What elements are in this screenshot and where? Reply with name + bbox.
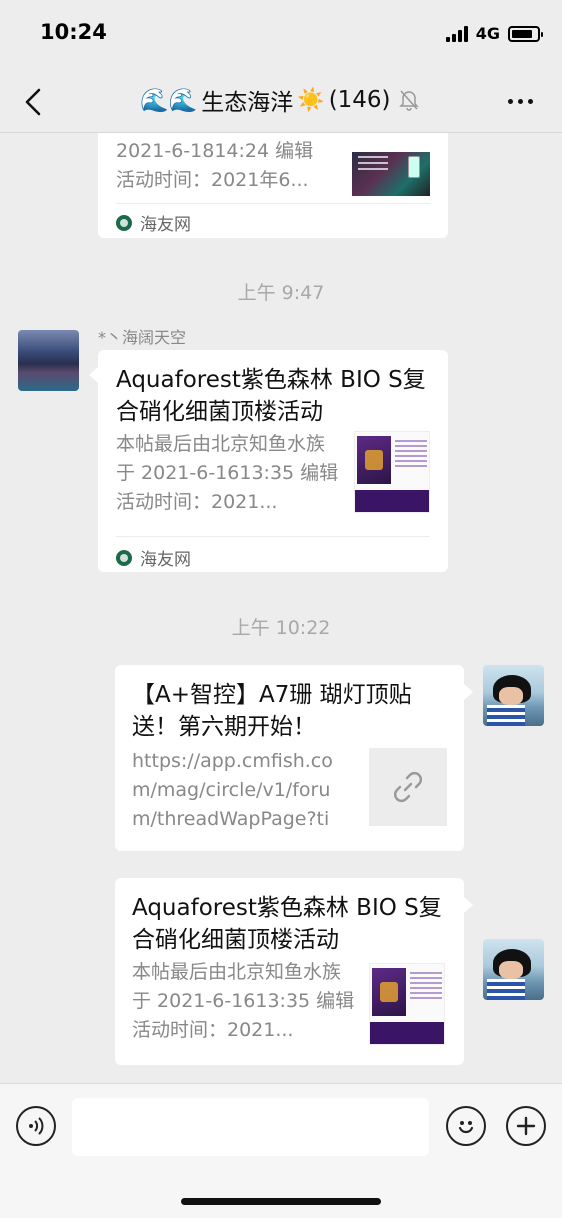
avatar[interactable] (18, 330, 79, 391)
battery-icon (508, 25, 543, 42)
source-name: 海友网 (140, 215, 191, 235)
card-source: 海友网 (116, 210, 191, 235)
haiyou-logo-icon (116, 549, 132, 566)
group-name: 生态海洋 (201, 90, 294, 116)
link-icon (394, 772, 422, 802)
chat-header: 🌊🌊 生态海洋 ☀️ (146) (0, 70, 562, 132)
chat-title[interactable]: 🌊🌊 生态海洋 ☀️ (146) (140, 83, 419, 117)
signal-icon (445, 25, 468, 42)
message-input[interactable] (72, 1098, 429, 1156)
voice-icon (29, 1117, 44, 1135)
card-title: Aquaforest紫色森林 BIO S复合硝化细菌顶楼活动 (116, 367, 426, 425)
card-source: 海友网 (116, 545, 191, 570)
network-type: 4G (475, 24, 500, 43)
plus-button[interactable] (506, 1106, 546, 1146)
emoji-icon (458, 1121, 474, 1134)
bubble-tail (464, 897, 473, 913)
card-desc-line: 2021-6-1814:24 编辑 (116, 140, 314, 162)
haiyou-logo-icon (116, 214, 132, 231)
card-thumbnail (369, 748, 447, 826)
card-title: 【A+智控】A7珊 瑚灯顶贴送！第六期开始！ (132, 682, 412, 740)
voice-button[interactable] (16, 1106, 56, 1146)
bell-off-icon (398, 90, 419, 111)
plus-icon (516, 1116, 536, 1136)
card-thumbnail (369, 963, 445, 1045)
wave-emoji: 🌊🌊 (140, 87, 198, 114)
card-description: 本帖最后由北京知鱼水族于 2021-6-1613:35 编辑活动时间：2021.… (132, 961, 355, 1041)
link-card[interactable]: Aquaforest紫色森林 BIO S复合硝化细菌顶楼活动 本帖最后由北京知鱼… (98, 350, 448, 572)
status-indicators: 4G (445, 24, 543, 43)
back-button[interactable] (14, 82, 54, 122)
link-card-top[interactable]: 2021-6-1814:24 编辑 活动时间：2021年6... 海友网 (98, 133, 448, 238)
card-divider (116, 203, 430, 204)
card-description: https://app.cmfish.com/mag/circle/v1/for… (132, 750, 333, 830)
message-timestamp: 上午 9:47 (237, 282, 325, 304)
status-time: 10:24 (40, 20, 107, 44)
source-name: 海友网 (140, 550, 191, 570)
avatar[interactable] (483, 939, 544, 1000)
card-divider (116, 536, 430, 537)
link-card[interactable]: 【A+智控】A7珊 瑚灯顶贴送！第六期开始！ https://app.cmfis… (115, 665, 464, 851)
bubble-tail (464, 684, 473, 700)
card-thumbnail (354, 431, 430, 513)
card-title: Aquaforest紫色森林 BIO S复合硝化细菌顶楼活动 (132, 895, 442, 953)
card-description: 本帖最后由北京知鱼水族于 2021-6-1613:35 编辑活动时间：2021.… (116, 433, 339, 513)
card-thumbnail (352, 152, 430, 196)
sender-name: *丶海阔天空 (98, 328, 187, 347)
chat-area[interactable]: 2021-6-1814:24 编辑 活动时间：2021年6... 海友网 上午 … (0, 133, 562, 1083)
more-dots-icon (507, 98, 513, 104)
emoji-button[interactable] (446, 1106, 486, 1146)
sun-emoji: ☀️ (297, 87, 325, 113)
chevron-left-icon (25, 88, 41, 116)
status-bar: 10:24 4G (0, 0, 562, 70)
link-card[interactable]: Aquaforest紫色森林 BIO S复合硝化细菌顶楼活动 本帖最后由北京知鱼… (115, 878, 464, 1065)
member-count: (146) (328, 87, 391, 113)
home-indicator[interactable] (181, 1198, 381, 1205)
more-button[interactable] (500, 86, 540, 116)
bubble-tail (89, 367, 98, 383)
avatar[interactable] (483, 665, 544, 726)
message-timestamp: 上午 10:22 (231, 617, 331, 639)
card-desc-line: 活动时间：2021年6... (116, 169, 309, 191)
